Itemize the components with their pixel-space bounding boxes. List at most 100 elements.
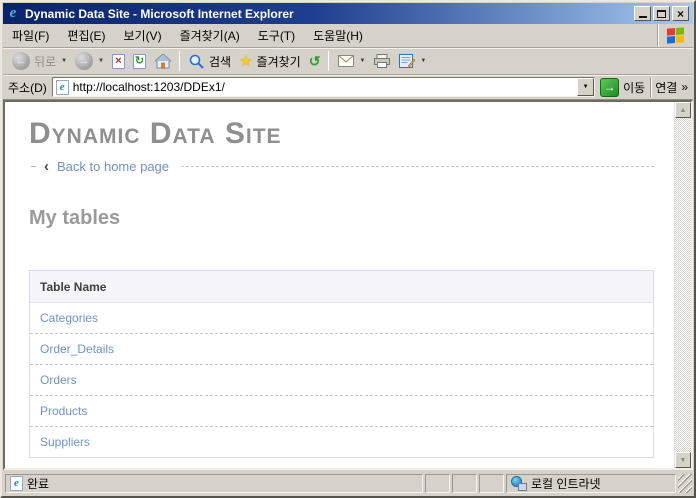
home-icon <box>154 53 171 69</box>
page-title: Dynamic Data Site <box>29 117 282 150</box>
menu-view[interactable]: 보기(V) <box>114 24 170 47</box>
address-dropdown-button[interactable]: ▼ <box>577 78 595 96</box>
edit-dropdown-icon[interactable]: ▼ <box>420 58 426 64</box>
refresh-button[interactable]: ↻ <box>129 52 150 71</box>
menu-favorites[interactable]: 즐겨찾기(A) <box>171 24 249 47</box>
edit-button[interactable]: ▼ <box>394 51 430 71</box>
standard-toolbar: ← 뒤로 ▼ → ▼ × ↻ 검색 ★ 즐겨찾기 ↺ ▼ ▼ <box>3 48 693 75</box>
toolbar-separator <box>328 51 330 71</box>
table-name-header: Table Name <box>29 270 654 303</box>
scroll-down-icon: ▼ <box>679 456 687 464</box>
back-dropdown-icon[interactable]: ▼ <box>61 58 67 64</box>
table-row: Products <box>29 395 654 427</box>
divider <box>31 166 36 167</box>
back-chevron-icon: ‹ <box>44 158 49 175</box>
search-icon <box>188 53 205 69</box>
mail-icon <box>337 53 354 69</box>
menu-help[interactable]: 도움말(H) <box>304 24 372 47</box>
go-arrow-icon: → <box>600 77 620 97</box>
maximize-button[interactable] <box>653 6 670 21</box>
history-icon: ↺ <box>308 52 321 69</box>
table-row: Orders <box>29 364 654 396</box>
status-pane-empty <box>479 473 504 493</box>
browser-viewport: Dynamic Data Site ‹ Back to home page My… <box>3 100 693 470</box>
intranet-zone-icon <box>511 475 527 491</box>
chevron-down-icon: ▼ <box>582 84 589 90</box>
web-page: Dynamic Data Site ‹ Back to home page My… <box>5 102 674 468</box>
stop-button[interactable]: × <box>108 52 129 71</box>
status-text: 완료 <box>27 476 50 491</box>
toolbar-separator <box>179 51 180 71</box>
favorites-star-icon: ★ <box>239 53 253 70</box>
close-button[interactable]: × <box>672 6 689 21</box>
table-link-suppliers[interactable]: Suppliers <box>40 435 90 449</box>
browser-window: e Dynamic Data Site - Microsoft Internet… <box>0 0 696 498</box>
address-label: 주소(D) <box>8 80 47 95</box>
search-button[interactable]: 검색 <box>184 51 235 72</box>
table-row: Order_Details <box>29 333 654 365</box>
throbber <box>657 24 693 47</box>
edit-icon <box>398 53 415 69</box>
status-pane-empty <box>425 473 450 493</box>
back-link-row: ‹ Back to home page <box>29 159 654 174</box>
forward-dropdown-icon[interactable]: ▼ <box>98 58 104 64</box>
links-bar[interactable]: 연결 » <box>650 77 688 97</box>
back-button[interactable]: ← 뒤로 ▼ <box>8 50 71 72</box>
minimize-button[interactable] <box>634 6 651 21</box>
table-link-order-details[interactable]: Order_Details <box>40 342 114 356</box>
back-to-home-link[interactable]: Back to home page <box>57 159 169 174</box>
status-page-icon: e <box>10 475 23 491</box>
close-icon: × <box>676 6 684 21</box>
menu-tools[interactable]: 도구(T) <box>249 24 304 47</box>
divider <box>181 166 654 167</box>
go-label: 이동 <box>623 80 646 95</box>
title-bar[interactable]: e Dynamic Data Site - Microsoft Internet… <box>3 3 693 24</box>
scroll-up-button[interactable]: ▲ <box>675 102 691 118</box>
search-label: 검색 <box>209 54 232 69</box>
scroll-up-icon: ▲ <box>679 106 687 114</box>
print-button[interactable] <box>369 51 394 71</box>
go-button[interactable]: → 이동 <box>600 77 646 97</box>
stop-icon: × <box>112 53 125 69</box>
ie-logo-icon: e <box>9 5 17 21</box>
scrollbar-track[interactable] <box>675 118 691 452</box>
back-label: 뒤로 <box>34 54 57 69</box>
links-label: 연결 <box>655 80 678 95</box>
table-link-categories[interactable]: Categories <box>40 311 98 325</box>
forward-icon: → <box>75 52 94 70</box>
home-button[interactable] <box>150 51 175 71</box>
address-combo[interactable]: e http://localhost:1203/DDEx1/ ▼ <box>51 77 596 97</box>
links-chevron-icon[interactable]: » <box>681 80 688 94</box>
page-ie-icon: e <box>55 79 69 95</box>
security-zone-pane: 로컬 인트라넷 <box>506 473 676 493</box>
table-link-orders[interactable]: Orders <box>40 373 77 387</box>
window-title: Dynamic Data Site - Microsoft Internet E… <box>25 6 294 21</box>
scroll-down-button[interactable]: ▼ <box>675 452 691 468</box>
menu-file[interactable]: 파일(F) <box>3 24 58 47</box>
section-heading: My tables <box>29 207 121 229</box>
table-row: Categories <box>30 303 654 334</box>
status-pane-empty <box>452 473 477 493</box>
print-icon <box>373 53 390 69</box>
table-link-products[interactable]: Products <box>40 404 87 418</box>
favorites-label: 즐겨찾기 <box>256 54 301 69</box>
resize-grip[interactable] <box>678 473 692 493</box>
forward-button[interactable]: → ▼ <box>71 50 108 72</box>
maximize-icon <box>657 9 666 18</box>
history-button[interactable]: ↺ <box>305 51 325 72</box>
mail-button[interactable]: ▼ <box>333 51 369 71</box>
mail-dropdown-icon[interactable]: ▼ <box>359 58 365 64</box>
table-row: Suppliers <box>29 426 654 458</box>
windows-flag-icon <box>667 26 684 44</box>
status-bar: e 완료 로컬 인트라넷 <box>3 470 693 495</box>
minimize-icon <box>638 16 647 18</box>
status-message-pane: e 완료 <box>5 473 423 493</box>
security-zone-text: 로컬 인트라넷 <box>531 476 601 491</box>
tables-list: Table Name Categories Order_Details Orde… <box>29 270 654 458</box>
refresh-icon: ↻ <box>133 53 146 69</box>
menu-edit[interactable]: 편집(E) <box>58 24 114 47</box>
vertical-scrollbar[interactable]: ▲ ▼ <box>674 102 691 468</box>
favorites-button[interactable]: ★ 즐겨찾기 <box>235 50 305 72</box>
back-icon: ← <box>12 52 30 70</box>
address-input[interactable]: http://localhost:1203/DDEx1/ <box>73 80 573 94</box>
